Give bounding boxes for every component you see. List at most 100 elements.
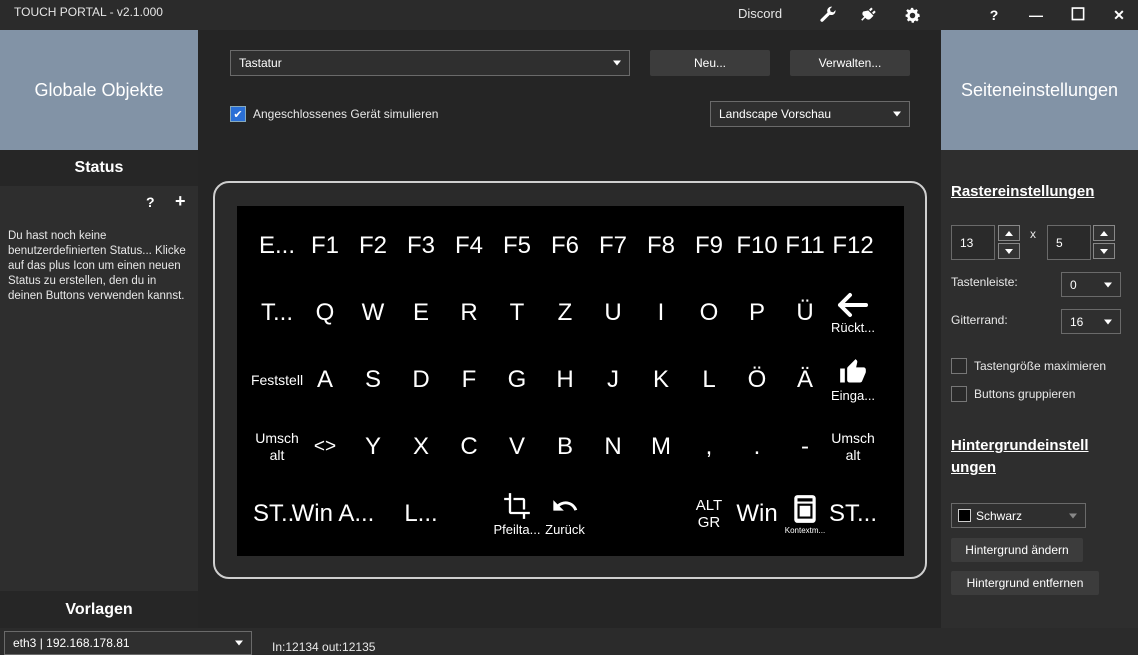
close-button[interactable]: ✕ <box>1107 3 1131 27</box>
group-buttons-checkbox[interactable] <box>951 386 967 402</box>
key-w[interactable]: W <box>349 280 397 346</box>
key-v[interactable]: V <box>493 414 541 480</box>
grid-columns-input[interactable]: 13 <box>951 225 995 260</box>
maximize-buttons-checkbox[interactable] <box>951 358 967 374</box>
toolbar-select[interactable]: 0 <box>1061 272 1121 297</box>
key-tab[interactable]: T... <box>253 280 301 346</box>
key-win-alt[interactable]: Win A... <box>292 481 375 547</box>
key-ctrl-right[interactable]: ST... <box>829 481 877 547</box>
key-h[interactable]: H <box>541 347 589 413</box>
network-interface-select[interactable]: eth3 | 192.168.178.81 <box>4 631 252 655</box>
wrench-icon[interactable] <box>817 4 839 26</box>
help-button[interactable]: ? <box>982 3 1006 27</box>
key-f1[interactable]: F1 <box>301 213 349 279</box>
grid-columns-up[interactable] <box>998 225 1020 241</box>
key-f6[interactable]: F6 <box>541 213 589 279</box>
grid-rows-up[interactable] <box>1093 225 1115 241</box>
key-f9[interactable]: F9 <box>685 213 733 279</box>
manage-pages-button[interactable]: Verwalten... <box>790 50 910 76</box>
global-objects-header[interactable]: Globale Objekte <box>0 30 198 150</box>
key-oe[interactable]: Ö <box>733 347 781 413</box>
page-select[interactable]: Tastatur <box>230 50 630 76</box>
key-m[interactable]: M <box>637 414 685 480</box>
left-panel: Status ? + Du hast noch keine benutzerde… <box>0 150 198 628</box>
arrow-left-icon <box>837 292 868 317</box>
maximize-button[interactable]: ☐ <box>1066 3 1090 27</box>
simulate-device-checkbox[interactable]: ✔ <box>230 106 246 122</box>
key-f4[interactable]: F4 <box>445 213 493 279</box>
background-color-select[interactable]: Schwarz <box>951 503 1086 528</box>
key-p[interactable]: P <box>733 280 781 346</box>
key-comma[interactable]: , <box>685 414 733 480</box>
key-arrows-label: Pfeilta... <box>493 521 541 537</box>
key-back[interactable]: Zurück <box>541 481 589 547</box>
key-ae[interactable]: Ä <box>781 347 829 413</box>
key-s[interactable]: S <box>349 347 397 413</box>
key-arrows[interactable]: Pfeilta... <box>493 481 541 547</box>
grid-columns-down[interactable] <box>998 243 1020 259</box>
key-x[interactable]: X <box>397 414 445 480</box>
key-y[interactable]: Y <box>349 414 397 480</box>
key-b[interactable]: B <box>541 414 589 480</box>
key-f11[interactable]: F11 <box>781 213 829 279</box>
key-shift-right[interactable]: Umsch alt <box>829 414 877 480</box>
key-f3[interactable]: F3 <box>397 213 445 279</box>
toolbar-label: Tastenleiste: <box>951 275 1018 289</box>
key-esc[interactable]: E... <box>253 213 301 279</box>
key-period[interactable]: . <box>733 414 781 480</box>
key-context-menu[interactable]: Kontextm... <box>781 481 829 547</box>
key-n[interactable]: N <box>589 414 637 480</box>
preview-select-value: Landscape Vorschau <box>719 107 832 121</box>
key-k[interactable]: K <box>637 347 685 413</box>
key-f2[interactable]: F2 <box>349 213 397 279</box>
key-c[interactable]: C <box>445 414 493 480</box>
key-f10[interactable]: F10 <box>733 213 781 279</box>
grid-border-select[interactable]: 16 <box>1061 309 1121 334</box>
key-r[interactable]: R <box>445 280 493 346</box>
key-f8[interactable]: F8 <box>637 213 685 279</box>
key-back-label: Zurück <box>545 521 585 537</box>
key-i[interactable]: I <box>637 280 685 346</box>
key-enter[interactable]: Einga... <box>829 347 877 413</box>
key-capslock[interactable]: Feststell <box>251 347 303 413</box>
key-g[interactable]: G <box>493 347 541 413</box>
key-e[interactable]: E <box>397 280 445 346</box>
remove-background-button[interactable]: Hintergrund entfernen <box>951 571 1099 595</box>
page-settings-header[interactable]: Seiteneinstellungen <box>941 30 1138 150</box>
plug-icon[interactable] <box>858 4 880 26</box>
grid-rows-down[interactable] <box>1093 243 1115 259</box>
change-background-button[interactable]: Hintergrund ändern <box>951 538 1083 562</box>
key-u[interactable]: U <box>589 280 637 346</box>
key-shift-left[interactable]: Umsch alt <box>253 414 301 480</box>
key-f7[interactable]: F7 <box>589 213 637 279</box>
status-help-button[interactable]: ? <box>146 194 155 210</box>
key-ue[interactable]: Ü <box>781 280 829 346</box>
grid-rows-input[interactable]: 5 <box>1047 225 1091 260</box>
key-j[interactable]: J <box>589 347 637 413</box>
key-l[interactable]: L <box>685 347 733 413</box>
gear-icon[interactable] <box>901 4 923 26</box>
key-o[interactable]: O <box>685 280 733 346</box>
key-f5[interactable]: F5 <box>493 213 541 279</box>
key-enter-label: Einga... <box>830 387 876 403</box>
preview-select[interactable]: Landscape Vorschau <box>710 101 910 127</box>
templates-title[interactable]: Vorlagen <box>0 591 198 628</box>
key-backspace[interactable]: Rückt... <box>829 280 877 346</box>
key-win[interactable]: Win <box>733 481 781 547</box>
add-status-button[interactable]: + <box>175 191 186 212</box>
key-f12[interactable]: F12 <box>829 213 877 279</box>
profile-name[interactable]: Discord <box>738 6 782 21</box>
key-alt[interactable]: L... <box>397 481 445 547</box>
key-t[interactable]: T <box>493 280 541 346</box>
key-q[interactable]: Q <box>301 280 349 346</box>
key-angle-brackets[interactable]: <> <box>301 414 349 480</box>
new-page-button[interactable]: Neu... <box>650 50 770 76</box>
right-panel: Rastereinstellungen 13 x 5 Tastenleiste:… <box>941 150 1138 628</box>
key-f[interactable]: F <box>445 347 493 413</box>
key-minus[interactable]: - <box>781 414 829 480</box>
key-d[interactable]: D <box>397 347 445 413</box>
minimize-button[interactable]: — <box>1024 3 1048 27</box>
key-z[interactable]: Z <box>541 280 589 346</box>
key-a[interactable]: A <box>301 347 349 413</box>
key-altgr[interactable]: ALT GR <box>685 481 733 547</box>
